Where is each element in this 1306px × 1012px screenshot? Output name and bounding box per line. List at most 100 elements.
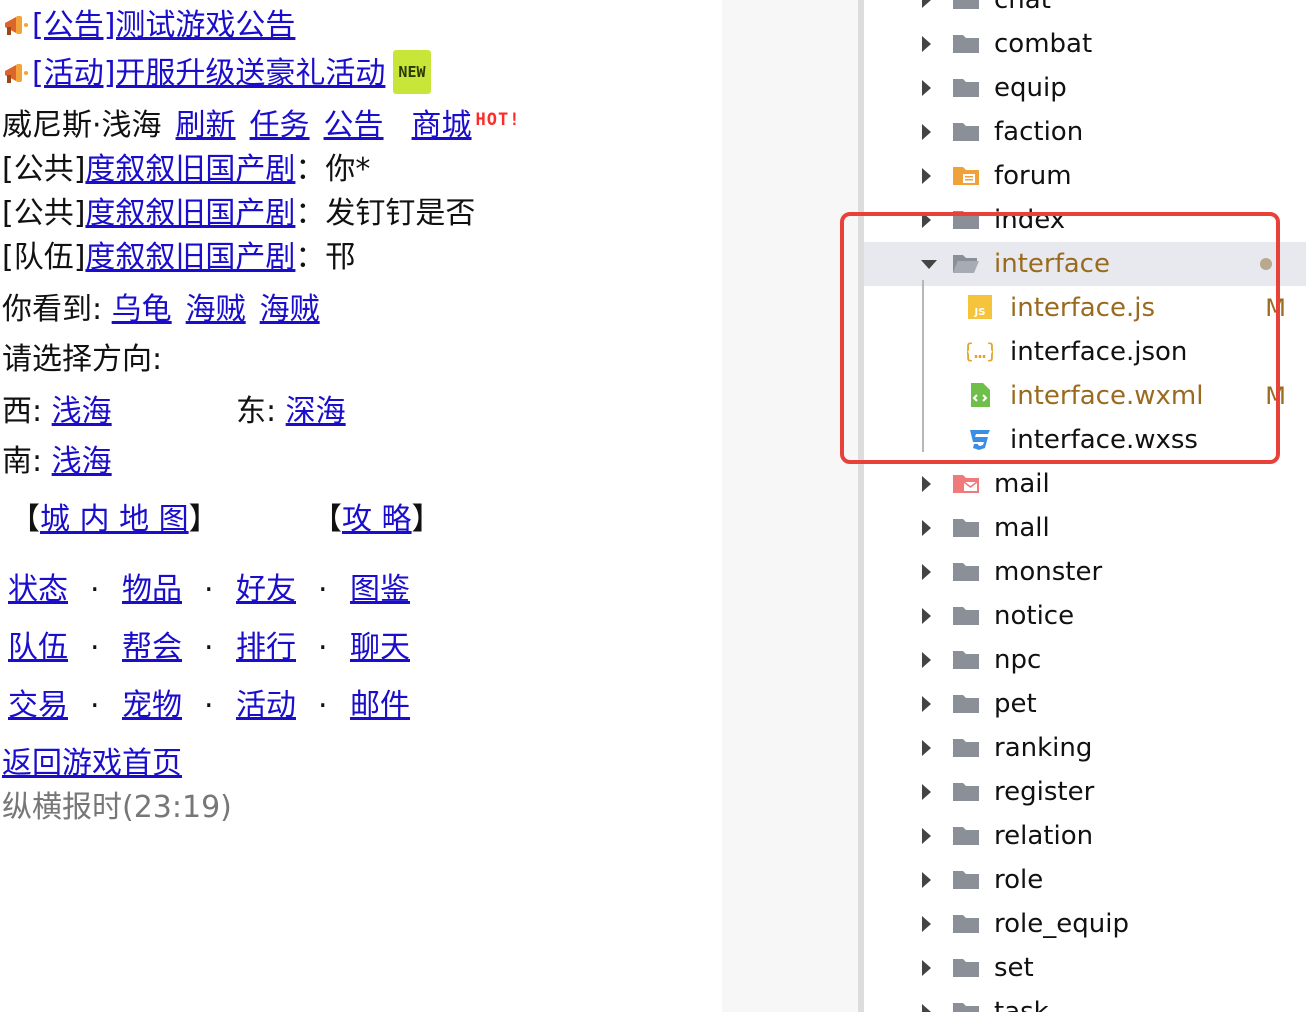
notice-row: [公告]测试游戏公告 [2,6,295,46]
chevron-right-icon[interactable] [922,564,931,580]
tree-folder-role-equip[interactable]: role_equip [864,902,1306,946]
task-link[interactable]: 任务 [250,108,310,143]
nav-codex-link[interactable]: 图鉴 [350,564,410,608]
chevron-right-icon[interactable] [922,608,931,624]
entity-link[interactable]: 海贼 [260,292,320,327]
nav-mail-link[interactable]: 邮件 [350,680,410,724]
folder-icon [953,79,979,97]
tree-folder-forum[interactable]: forum [864,154,1306,198]
choose-direction-label: 请选择方向: [2,342,163,377]
tree-folder-task[interactable]: task [864,990,1306,1012]
chevron-right-icon[interactable] [922,740,931,756]
nav-pet-link[interactable]: 宠物 [122,680,182,724]
tree-folder-mail[interactable]: mail [864,462,1306,506]
refresh-link[interactable]: 刷新 [176,108,236,143]
location-name: 威尼斯·浅海 [2,108,162,143]
bracket-close: 】 [188,502,219,537]
announcement-link[interactable]: 公告 [324,108,384,143]
megaphone-icon [5,16,28,35]
tree-file-interface-json[interactable]: {…} interface.json [864,330,1306,374]
nav-team-link[interactable]: 队伍 [8,622,68,666]
tree-folder-role[interactable]: role [864,858,1306,902]
chevron-down-icon[interactable] [921,260,937,269]
tree-folder-index[interactable]: index [864,198,1306,242]
tree-folder-faction[interactable]: faction [864,110,1306,154]
tree-folder-register[interactable]: register [864,770,1306,814]
tree-item-label: chat [994,0,1051,15]
tree-item-label: monster [994,557,1103,587]
tree-folder-notice[interactable]: notice [864,594,1306,638]
nav-separator: . [90,680,100,715]
chevron-right-icon[interactable] [922,696,931,712]
back-to-game-home-link[interactable]: 返回游戏首页 [2,746,182,781]
tree-folder-npc[interactable]: npc [864,638,1306,682]
tree-folder-equip[interactable]: equip [864,66,1306,110]
nav-items-link[interactable]: 物品 [122,564,182,608]
tree-item-label: set [994,953,1034,983]
chat-line: [公共]度叙叙旧国产剧：发钉钉是否 [2,194,475,234]
chevron-right-icon[interactable] [922,476,931,492]
west-link[interactable]: 浅海 [52,394,112,429]
tree-file-interface-wxss[interactable]: interface.wxss [864,418,1306,462]
chevron-right-icon[interactable] [922,828,931,844]
notice-link-event[interactable]: [活动]开服升级送豪礼活动 [32,56,385,91]
chevron-right-icon[interactable] [922,960,931,976]
folder-icon [953,519,979,537]
nav-separator: . [318,622,328,657]
chevron-right-icon[interactable] [922,784,931,800]
chevron-right-icon[interactable] [922,36,931,52]
tree-folder-interface[interactable]: interface [864,242,1306,286]
chevron-right-icon[interactable] [922,652,931,668]
tree-item-label: interface.wxss [1010,425,1198,455]
chevron-right-icon[interactable] [922,0,931,8]
nav-ranking-link[interactable]: 排行 [236,622,296,666]
tree-file-interface-wxml[interactable]: interface.wxml M [864,374,1306,418]
west-label: 西: [2,394,52,429]
chevron-right-icon[interactable] [922,872,931,888]
nav-status-link[interactable]: 状态 [8,564,68,608]
folder-icon [953,35,979,53]
tree-folder-pet[interactable]: pet [864,682,1306,726]
tree-folder-monster[interactable]: monster [864,550,1306,594]
nav-guild-link[interactable]: 帮会 [122,622,182,666]
south-link[interactable]: 浅海 [52,444,112,479]
chevron-right-icon[interactable] [922,168,931,184]
mall-link[interactable]: 商城 [412,108,472,143]
east-link[interactable]: 深海 [286,394,346,429]
tree-item-label: combat [994,29,1093,59]
guide-link[interactable]: 攻 略 [342,502,412,537]
chat-user-link[interactable]: 度叙叙旧国产剧 [85,196,295,231]
nav-chat-link[interactable]: 聊天 [350,622,410,666]
chevron-right-icon[interactable] [922,212,931,228]
tree-item-label: mail [994,469,1050,499]
tree-folder-chat[interactable]: chat [864,0,1306,22]
chat-user-link[interactable]: 度叙叙旧国产剧 [85,240,295,275]
chat-line: [队伍]度叙叙旧国产剧：邗 [2,238,355,278]
chevron-right-icon[interactable] [922,916,931,932]
chevron-right-icon[interactable] [922,124,931,140]
notice-link-announcement[interactable]: [公告]测试游戏公告 [32,8,295,43]
entity-link[interactable]: 乌龟 [112,292,172,327]
tree-item-label: equip [994,73,1067,103]
city-map-link[interactable]: 城 内 地 图 [40,502,189,537]
nav-activity-link[interactable]: 活动 [236,680,296,724]
chevron-right-icon[interactable] [922,80,931,96]
nav-separator: . [90,564,100,599]
nav-trade-link[interactable]: 交易 [8,680,68,724]
folder-icon [953,783,979,801]
tree-folder-mall[interactable]: mall [864,506,1306,550]
folder-icon [953,563,979,581]
chevron-right-icon[interactable] [922,1004,931,1012]
nav-friends-link[interactable]: 好友 [236,564,296,608]
entity-link[interactable]: 海贼 [186,292,246,327]
chat-message: 邗 [325,240,356,275]
tree-folder-ranking[interactable]: ranking [864,726,1306,770]
chat-user-link[interactable]: 度叙叙旧国产剧 [85,152,295,187]
tree-item-label: npc [994,645,1042,675]
tree-folder-relation[interactable]: relation [864,814,1306,858]
tree-folder-combat[interactable]: combat [864,22,1306,66]
chevron-right-icon[interactable] [922,520,931,536]
tree-file-interface-js[interactable]: JS interface.js M [864,286,1306,330]
chat-separator: ： [295,196,326,231]
tree-folder-set[interactable]: set [864,946,1306,990]
